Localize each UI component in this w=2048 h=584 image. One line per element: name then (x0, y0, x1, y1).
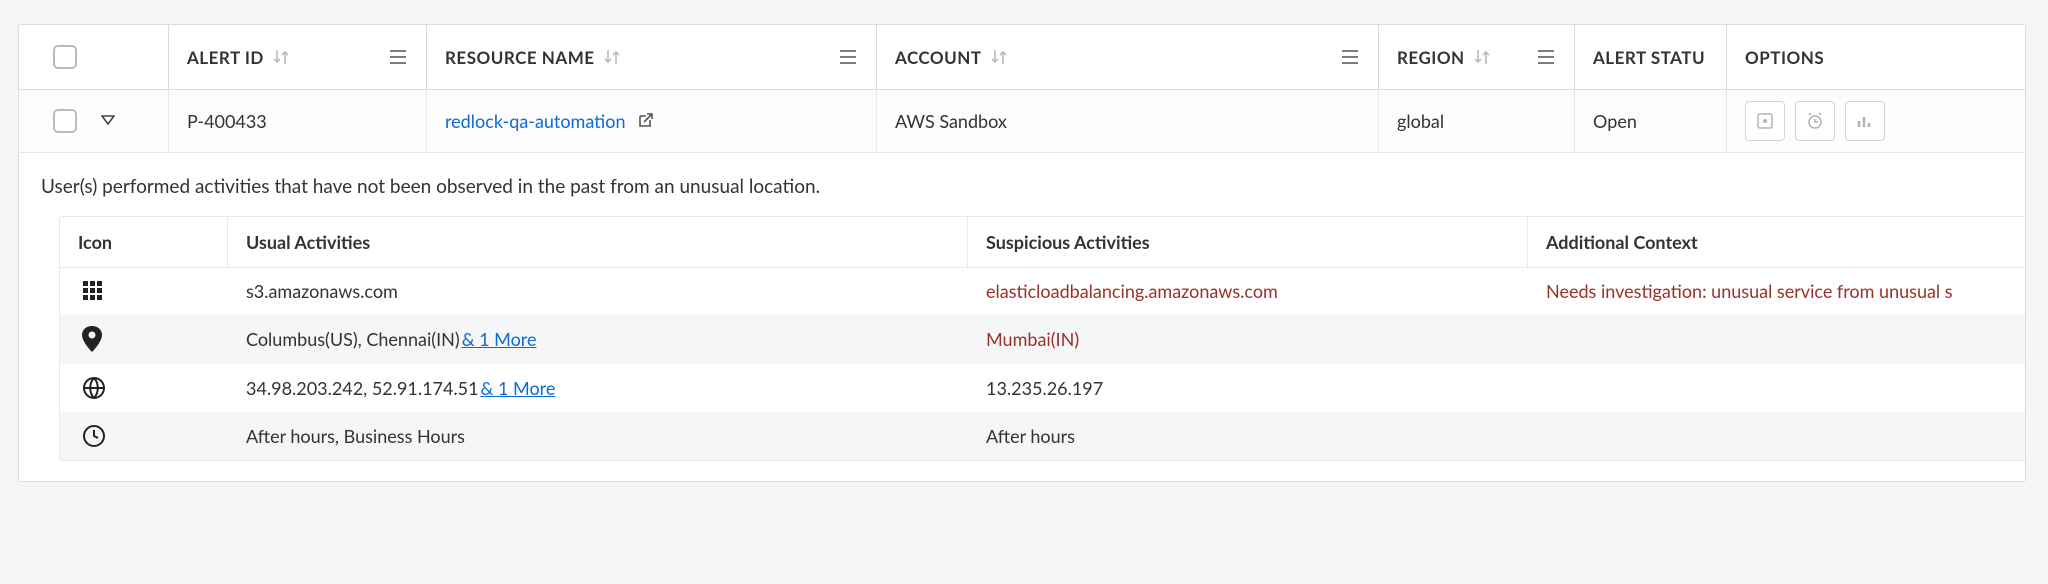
cell-status: Open (1575, 90, 1727, 152)
detail-row-location: Columbus(US), Chennai(IN) & 1 More Mumba… (60, 314, 2026, 364)
alerts-table: ALERT ID RESOURCE NAME ACCOUNT (18, 24, 2026, 482)
row-detail-panel: User(s) performed activities that have n… (19, 153, 2025, 481)
dismiss-button[interactable] (1745, 101, 1785, 141)
account-text: AWS Sandbox (895, 110, 1007, 132)
header-alert-status[interactable]: ALERT STATU (1575, 25, 1727, 89)
header-region[interactable]: REGION (1379, 25, 1575, 89)
column-menu-icon[interactable] (1536, 49, 1556, 65)
usual-time: After hours, Business Hours (228, 412, 968, 460)
context-time (1528, 412, 2026, 460)
ip-more-link[interactable]: & 1 More (481, 377, 556, 399)
suspicious-ip: 13.235.26.197 (968, 364, 1528, 412)
context-location (1528, 314, 2026, 364)
table-row: P-400433 redlock-qa-automation AWS Sandb… (19, 90, 2025, 153)
cell-resource-name: redlock-qa-automation (427, 90, 877, 152)
detail-message: User(s) performed activities that have n… (41, 175, 2003, 198)
usual-location: Columbus(US), Chennai(IN) (246, 328, 460, 350)
cell-account: AWS Sandbox (877, 90, 1379, 152)
column-menu-icon[interactable] (388, 49, 408, 65)
detail-header-usual: Usual Activities (228, 217, 968, 267)
sort-icon[interactable] (990, 48, 1010, 66)
external-link-icon[interactable] (636, 112, 654, 130)
investigate-button[interactable] (1845, 101, 1885, 141)
usual-service: s3.amazonaws.com (228, 268, 968, 314)
alert-id-text: P-400433 (187, 110, 267, 132)
detail-table: Icon Usual Activities Suspicious Activit… (59, 216, 2026, 461)
suspicious-location: Mumbai(IN) (986, 328, 1079, 350)
sort-icon[interactable] (603, 48, 623, 66)
header-label: OPTIONS (1745, 47, 1824, 68)
suspicious-service: elasticloadbalancing.amazonaws.com (986, 280, 1278, 302)
expand-caret-icon[interactable] (101, 112, 115, 131)
detail-header-icon: Icon (60, 217, 228, 267)
table-header-row: ALERT ID RESOURCE NAME ACCOUNT (19, 25, 2025, 90)
header-label: ALERT ID (187, 47, 264, 68)
detail-header-context: Additional Context (1528, 217, 2026, 267)
header-label: ACCOUNT (895, 47, 982, 68)
sort-icon[interactable] (1473, 48, 1493, 66)
detail-row-ip: 34.98.203.242, 52.91.174.51 & 1 More 13.… (60, 364, 2026, 412)
header-alert-id[interactable]: ALERT ID (169, 25, 427, 89)
cell-alert-id: P-400433 (169, 90, 427, 152)
detail-row-service: s3.amazonaws.com elasticloadbalancing.am… (60, 268, 2026, 314)
header-options: OPTIONS (1727, 25, 2025, 89)
column-menu-icon[interactable] (1340, 49, 1360, 65)
context-service: Needs investigation: unusual service fro… (1546, 280, 1953, 302)
status-text: Open (1593, 110, 1637, 132)
select-all-checkbox[interactable] (53, 45, 77, 69)
detail-header-suspicious: Suspicious Activities (968, 217, 1528, 267)
row-checkbox-cell (19, 90, 169, 152)
snooze-button[interactable] (1795, 101, 1835, 141)
usual-location-cell: Columbus(US), Chennai(IN) & 1 More (228, 314, 968, 364)
globe-icon (60, 364, 228, 412)
sort-icon[interactable] (272, 48, 292, 66)
region-text: global (1397, 110, 1444, 132)
detail-header-row: Icon Usual Activities Suspicious Activit… (60, 217, 2026, 268)
context-ip (1528, 364, 2026, 412)
row-checkbox[interactable] (53, 109, 77, 133)
header-checkbox-cell (19, 25, 169, 89)
header-label: REGION (1397, 47, 1465, 68)
suspicious-time: After hours (968, 412, 1528, 460)
column-menu-icon[interactable] (838, 49, 858, 65)
usual-ip-cell: 34.98.203.242, 52.91.174.51 & 1 More (228, 364, 968, 412)
clock-icon (60, 412, 228, 460)
resource-link[interactable]: redlock-qa-automation (445, 110, 626, 132)
header-resource-name[interactable]: RESOURCE NAME (427, 25, 877, 89)
location-more-link[interactable]: & 1 More (462, 328, 537, 350)
header-account[interactable]: ACCOUNT (877, 25, 1379, 89)
header-label: ALERT STATU (1593, 47, 1705, 68)
grid-icon (60, 268, 228, 314)
cell-options (1727, 90, 2025, 152)
usual-ip: 34.98.203.242, 52.91.174.51 (246, 377, 479, 399)
header-label: RESOURCE NAME (445, 47, 595, 68)
cell-region: global (1379, 90, 1575, 152)
map-pin-icon (60, 314, 228, 364)
detail-row-time: After hours, Business Hours After hours (60, 412, 2026, 460)
